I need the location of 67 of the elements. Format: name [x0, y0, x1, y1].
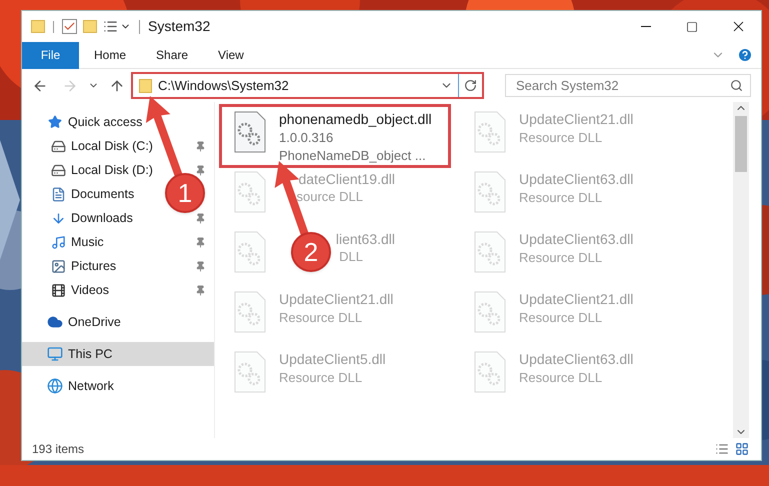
address-text: C:\Windows\System32 — [158, 76, 290, 95]
back-icon[interactable] — [32, 78, 48, 94]
monitor-icon — [47, 346, 63, 362]
nav-item[interactable]: Documents — [22, 182, 157, 206]
cloud-icon — [47, 314, 63, 330]
scrollbar-thumb[interactable] — [735, 116, 747, 172]
music-note-icon — [50, 234, 66, 250]
properties-icon[interactable] — [62, 19, 77, 34]
refresh-icon[interactable] — [464, 79, 477, 92]
file-detail: Resource DLL — [519, 370, 602, 385]
file-gear-icon — [473, 230, 507, 274]
nav-item[interactable]: Downloads — [22, 206, 157, 230]
file-detail: Resource DLL — [519, 190, 602, 205]
file-detail: source DLL — [296, 188, 363, 206]
file-gear-icon — [473, 290, 507, 334]
file-gear-icon — [233, 170, 267, 214]
download-icon — [50, 210, 66, 226]
nav-item[interactable]: Local Disk (D:) — [22, 158, 157, 182]
ribbon-tab[interactable]: View — [203, 42, 259, 68]
tiles-view-icon[interactable] — [735, 442, 749, 456]
file-gear-icon — [473, 110, 507, 154]
nav-item[interactable]: Music — [22, 230, 157, 254]
file-detail: Resource DLL — [519, 310, 602, 325]
help-icon[interactable] — [737, 47, 753, 63]
file-gear-icon — [233, 230, 267, 274]
minimize-icon — [641, 26, 651, 27]
file-gear-icon — [473, 170, 507, 214]
file-gear-icon — [233, 110, 267, 154]
file-detail: Resource DLL — [519, 130, 602, 145]
drive-icon — [50, 162, 66, 178]
film-icon — [50, 282, 66, 298]
search-field[interactable]: Search System32 — [505, 74, 751, 97]
ribbon-tab[interactable]: Home — [79, 42, 142, 68]
nav-item[interactable]: Quick access — [22, 110, 157, 134]
drive-icon — [50, 138, 66, 154]
image-icon — [50, 258, 66, 274]
maximize-icon — [686, 20, 698, 32]
file-detail: Resource DLL — [279, 310, 362, 325]
file-detail: PhoneNameDB_object ... — [279, 148, 426, 163]
file-gear-icon — [473, 350, 507, 394]
file-detail: Resource DLL — [519, 250, 602, 265]
file-detail: 1.0.0.316 — [279, 130, 334, 145]
window-title: System32 — [148, 17, 210, 36]
scrollbar[interactable] — [733, 102, 749, 438]
file-name: phonenamedb_object.dll — [279, 111, 432, 127]
item-count: 193 items — [32, 441, 84, 458]
nav-item[interactable]: Network — [22, 374, 157, 398]
folder-icon — [139, 78, 152, 92]
nav-item[interactable]: Local Disk (C:) — [22, 134, 157, 158]
nav-item[interactable]: Videos — [22, 278, 157, 302]
file-gear-icon — [233, 350, 267, 394]
file-tile[interactable]: phonenamedb_object.dll 1.0.0.316 PhoneNameDB_object ... — [221, 106, 449, 166]
star-icon — [48, 115, 62, 129]
search-icon — [730, 79, 743, 92]
details-view-icon[interactable] — [715, 442, 729, 456]
customize-icon[interactable] — [103, 19, 118, 34]
address-field[interactable]: C:\Windows\System32 — [131, 72, 484, 99]
file-gear-icon — [233, 290, 267, 334]
document-icon — [50, 186, 66, 202]
ribbon-tab[interactable]: Share — [141, 42, 204, 68]
nav-item[interactable]: Pictures — [22, 254, 157, 278]
file-detail: Resource DLL — [279, 370, 362, 385]
up-icon[interactable] — [109, 78, 125, 94]
network-icon — [47, 378, 63, 394]
file-detail: DLL — [339, 248, 363, 266]
ribbon-tab[interactable]: File — [22, 42, 79, 68]
nav-item[interactable]: OneDrive — [22, 310, 157, 334]
